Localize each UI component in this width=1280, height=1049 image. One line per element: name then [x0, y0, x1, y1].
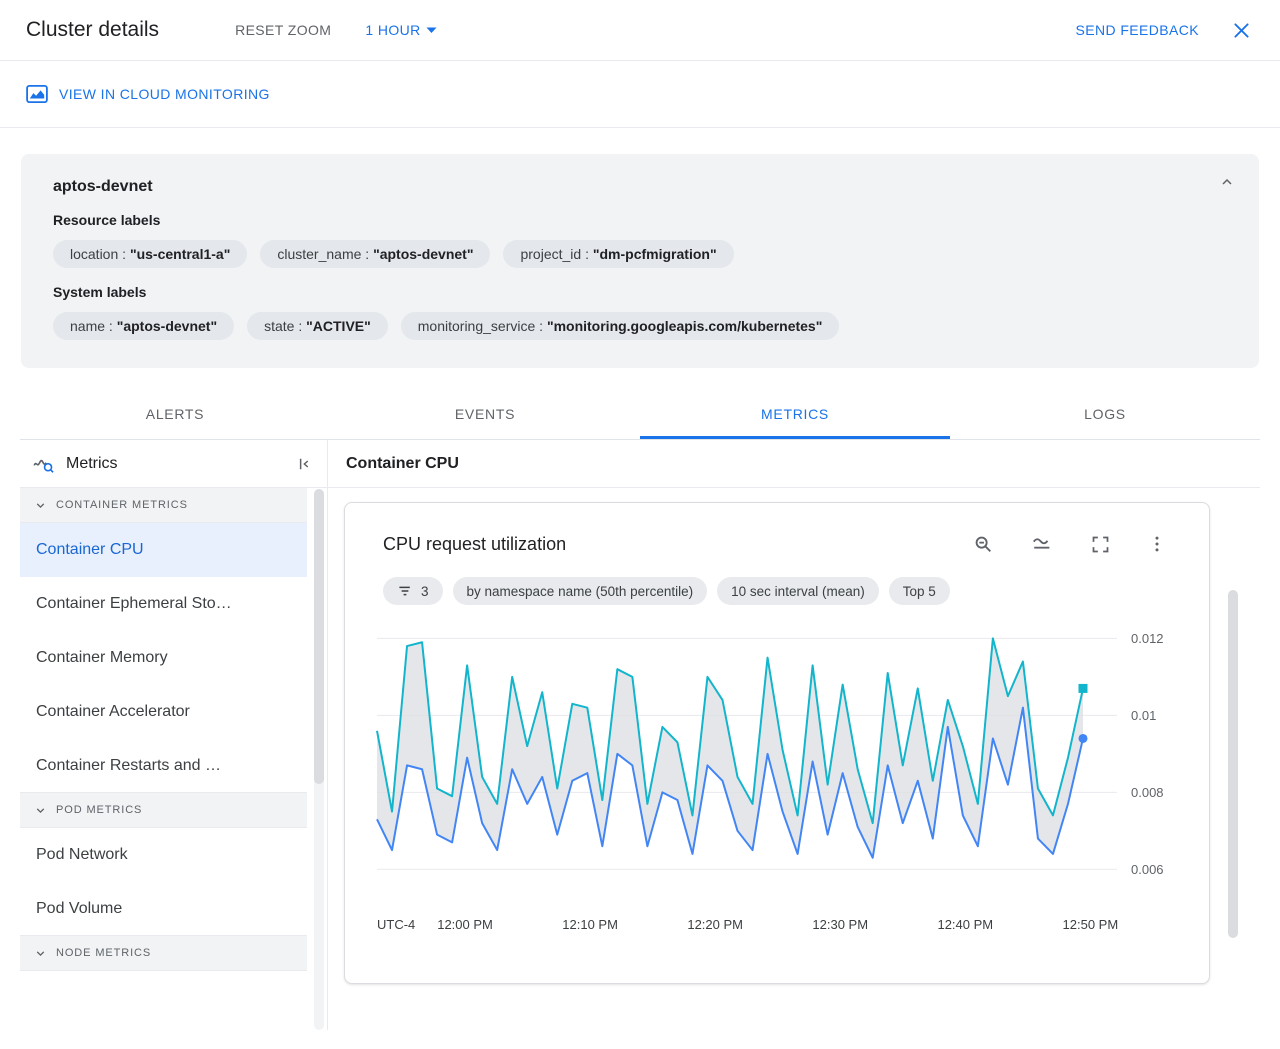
time-range-dropdown[interactable]: 1 HOUR [365, 22, 437, 38]
sidebar-item-container-restarts-and[interactable]: Container Restarts and … [20, 739, 307, 793]
section-label: POD METRICS [56, 804, 143, 816]
zoom-reset-button[interactable] [970, 531, 996, 557]
section-node-metrics[interactable]: NODE METRICS [20, 935, 307, 971]
system-labels-chips: name : "aptos-devnet" state : "ACTIVE" mon… [53, 312, 1227, 340]
resource-labels-heading: Resource labels [53, 212, 161, 228]
monitoring-row: VIEW IN CLOUD MONITORING [0, 61, 1280, 128]
tab-logs[interactable]: LOGS [950, 392, 1260, 439]
chart-chip-by-namespace-name-50th-percentile[interactable]: by namespace name (50th percentile) [452, 577, 708, 605]
more-vert-icon [1155, 536, 1159, 552]
chart-filter-chips: 3 by namespace name (50th percentile) 10 s… [383, 577, 1175, 605]
zoom-out-icon [975, 536, 991, 552]
monitoring-link-label: VIEW IN CLOUD MONITORING [59, 86, 270, 102]
label-chip-state: state : "ACTIVE" [247, 312, 388, 340]
monitoring-chart-icon [26, 85, 48, 103]
sidebar-item-container-accelerator[interactable]: Container Accelerator [20, 685, 307, 739]
label-chip-project-id: project_id : "dm-pcfmigration" [503, 240, 734, 268]
svg-text:0.01: 0.01 [1131, 708, 1156, 723]
svg-text:0.012: 0.012 [1131, 631, 1164, 646]
reset-zoom-button[interactable]: RESET ZOOM [235, 22, 331, 38]
chip-label: by namespace name (50th percentile) [466, 583, 694, 599]
header-bar: Cluster details RESET ZOOM 1 HOUR SEND F… [0, 0, 1280, 61]
chart-title: CPU request utilization [383, 533, 567, 554]
section-container-metrics[interactable]: CONTAINER METRICS [20, 487, 307, 523]
cluster-details-panel: Cluster details RESET ZOOM 1 HOUR SEND F… [0, 0, 1280, 1049]
chevron-down-icon [36, 502, 45, 508]
metrics-content: Container CPU CPU request utilization 3 … [328, 440, 1260, 1030]
chevron-down-icon [426, 27, 437, 33]
svg-text:12:50 PM: 12:50 PM [1063, 917, 1119, 932]
time-range-label: 1 HOUR [365, 22, 421, 38]
svg-text:0.008: 0.008 [1131, 785, 1164, 800]
more-options-button[interactable] [1145, 532, 1169, 556]
chevron-up-icon [1222, 178, 1232, 185]
chart-toolbar [970, 531, 1175, 557]
collapse-panel-icon [299, 458, 309, 469]
system-labels-heading: System labels [53, 284, 147, 300]
chip-label: Top 5 [902, 583, 936, 599]
svg-text:12:10 PM: 12:10 PM [562, 917, 618, 932]
tab-bar: ALERTS EVENTS METRICS LOGS [20, 392, 1260, 440]
collapse-card-button[interactable] [1219, 174, 1235, 190]
content-title: Container CPU [346, 454, 459, 472]
label-chip-cluster-name: cluster_name : "aptos-devnet" [260, 240, 491, 268]
close-icon [1234, 22, 1249, 38]
svg-text:12:20 PM: 12:20 PM [687, 917, 743, 932]
metrics-panel-body: Metrics CONTAINER METRICS Container CPU Co… [20, 440, 1260, 1030]
sidebar-item-container-memory[interactable]: Container Memory [20, 631, 307, 685]
svg-text:0.006: 0.006 [1131, 862, 1164, 877]
sidebar-item-container-ephemeral-sto[interactable]: Container Ephemeral Sto… [20, 577, 307, 631]
svg-text:12:40 PM: 12:40 PM [937, 917, 993, 932]
resource-labels-chips: location : "us-central1-a" cluster_name :… [53, 240, 1227, 268]
cpu-utilization-chart[interactable]: 0.012 0.01 0.008 0.006 UTC-4 12:00 PM 12:10 PM… [375, 611, 1175, 941]
label-chip-location: location : "us-central1-a" [53, 240, 248, 268]
cluster-summary-card: aptos-devnet Resource labels location : … [21, 154, 1259, 368]
chart-card: CPU request utilization 3 by namespace n… [344, 502, 1210, 984]
chart-chip-10-sec-interval-mean[interactable]: 10 sec interval (mean) [717, 577, 879, 605]
tab-events[interactable]: EVENTS [330, 392, 640, 439]
page-title: Cluster details [26, 18, 160, 41]
tab-alerts[interactable]: ALERTS [20, 392, 330, 439]
section-label: CONTAINER METRICS [56, 499, 188, 511]
fullscreen-button[interactable] [1088, 532, 1113, 557]
chevron-down-icon [36, 807, 45, 813]
section-pod-metrics[interactable]: POD METRICS [20, 792, 307, 828]
chip-label: 3 [421, 583, 429, 599]
sidebar-sections: CONTAINER METRICS Container CPU Container … [20, 487, 307, 971]
filter-icon [399, 586, 410, 596]
label-chip-monitoring-service: monitoring_service : "monitoring.googlea… [400, 312, 840, 340]
label-chip-name: name : "aptos-devnet" [53, 312, 235, 340]
sidebar-item-pod-volume[interactable]: Pod Volume [20, 882, 307, 936]
close-button[interactable] [1229, 18, 1254, 43]
chart-card-header: CPU request utilization [375, 531, 1175, 557]
content-scrollbar[interactable] [1228, 590, 1238, 938]
cluster-name: aptos-devnet [53, 178, 153, 195]
sidebar-scrollbar-thumb[interactable] [314, 489, 324, 784]
chart-type-button[interactable] [1028, 531, 1056, 557]
svg-text:12:30 PM: 12:30 PM [812, 917, 868, 932]
sidebar-item-container-cpu[interactable]: Container CPU [20, 523, 307, 577]
collapse-sidebar-button[interactable] [293, 453, 315, 475]
metrics-sidebar: Metrics CONTAINER METRICS Container CPU Co… [20, 440, 328, 1030]
svg-text:UTC-4: UTC-4 [377, 917, 415, 932]
sidebar-header: Metrics [20, 440, 327, 488]
svg-text:12:00 PM: 12:00 PM [437, 917, 493, 932]
chart-chip-top-5[interactable]: Top 5 [888, 577, 950, 605]
content-header: Container CPU [328, 440, 1260, 488]
chip-label: 10 sec interval (mean) [731, 583, 865, 599]
fullscreen-icon [1092, 536, 1109, 552]
chevron-down-icon [36, 950, 45, 956]
area-chart-icon [1033, 538, 1050, 549]
view-in-cloud-monitoring-link[interactable]: VIEW IN CLOUD MONITORING [26, 85, 270, 103]
section-label: NODE METRICS [56, 947, 152, 959]
sidebar-title: Metrics [66, 454, 118, 472]
sidebar-scrollbar[interactable] [314, 489, 324, 1030]
metrics-icon [33, 459, 54, 473]
send-feedback-button[interactable]: SEND FEEDBACK [1076, 22, 1199, 38]
tab-metrics[interactable]: METRICS [640, 392, 950, 439]
sidebar-item-pod-network[interactable]: Pod Network [20, 828, 307, 882]
chart-chip-3[interactable]: 3 [383, 577, 443, 605]
